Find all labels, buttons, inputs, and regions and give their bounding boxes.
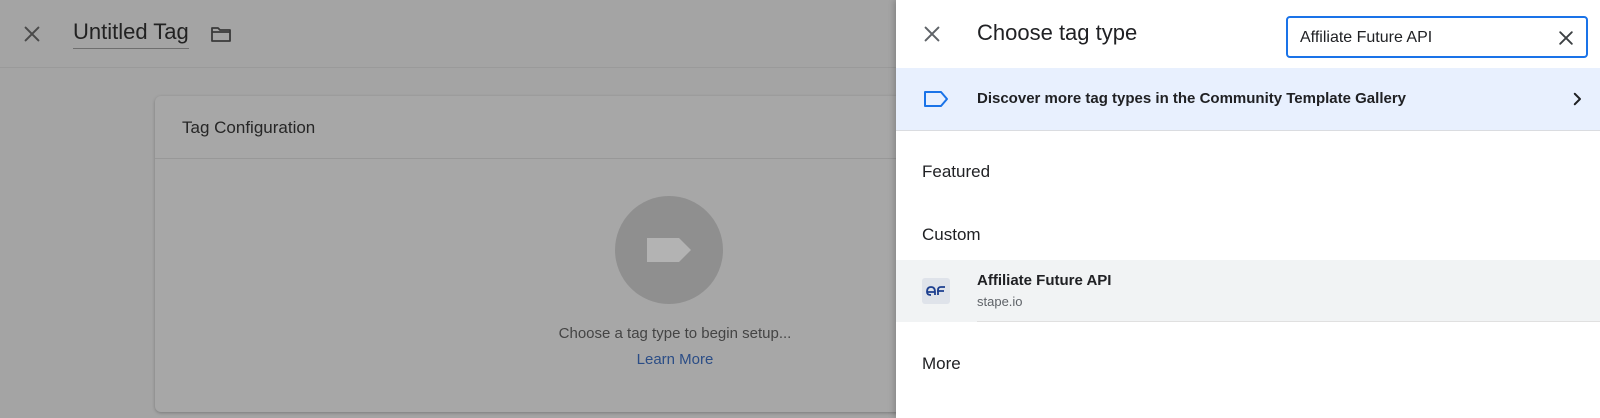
community-gallery-text: Discover more tag types in the Community… <box>977 90 1407 107</box>
affiliate-future-logo-icon <box>926 286 945 296</box>
editor-topbar: Untitled Tag <box>0 0 896 68</box>
tag-icon <box>924 91 948 107</box>
card-hint-text: Choose a tag type to begin setup... <box>558 325 792 342</box>
chevron-right-wrap <box>1564 86 1590 112</box>
result-source: stape.io <box>977 294 1023 309</box>
list-item[interactable]: Affiliate Future API stape.io <box>896 260 1600 322</box>
panel-close-button[interactable] <box>914 16 950 52</box>
panel-title: Choose tag type <box>977 20 1138 45</box>
tag-icon <box>647 238 691 262</box>
panel-header: Choose tag type <box>896 0 1600 68</box>
section-custom: Custom <box>922 225 981 244</box>
tag-outline-icon-wrap <box>922 86 950 112</box>
choose-tag-type-panel: Choose tag type Discover more tag types … <box>896 0 1600 418</box>
tag-name-field[interactable]: Untitled Tag <box>73 19 189 49</box>
chevron-right-icon <box>1573 92 1581 106</box>
search-clear-button[interactable] <box>1552 24 1580 52</box>
affiliate-future-logo <box>922 278 950 304</box>
section-more: More <box>922 354 961 373</box>
learn-more-link[interactable]: Learn More <box>455 351 895 368</box>
section-featured: Featured <box>922 162 991 181</box>
result-name: Affiliate Future API <box>977 272 1112 289</box>
card-title: Tag Configuration <box>182 118 316 137</box>
tag-editor-background: Untitled Tag Tag Configuration Choose a … <box>0 0 900 418</box>
editor-close-button[interactable] <box>14 16 50 52</box>
card-header: Tag Configuration <box>155 96 900 159</box>
community-gallery-banner[interactable]: Discover more tag types in the Community… <box>896 68 1600 131</box>
close-icon <box>924 26 940 42</box>
folder-icon <box>211 27 231 42</box>
close-icon <box>24 26 40 42</box>
search-input[interactable] <box>1300 26 1540 50</box>
search-box[interactable] <box>1286 16 1588 58</box>
tag-type-placeholder[interactable] <box>615 196 723 304</box>
folder-button[interactable] <box>206 19 236 49</box>
close-icon <box>1559 31 1573 45</box>
tag-configuration-card: Tag Configuration Choose a tag type to b… <box>155 96 900 412</box>
